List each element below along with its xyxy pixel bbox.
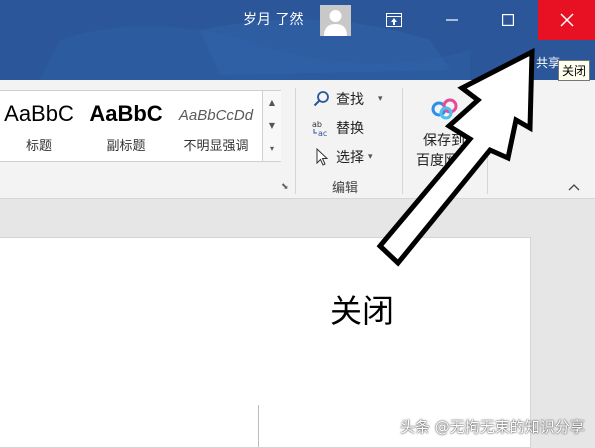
gallery-scrollbar[interactable]: ▲ ▼ ▾ [262, 91, 281, 161]
chevron-down-icon: ▾ [378, 94, 383, 104]
person-icon [324, 10, 347, 36]
workspace-gap [0, 199, 595, 237]
style-subtitle[interactable]: AaBbC 副标题 [84, 91, 168, 161]
minimize-icon [446, 19, 458, 21]
user-name[interactable]: 岁月 了然 [243, 11, 303, 29]
ribbon-display-options-button[interactable] [372, 0, 416, 40]
ribbon: AaBbC 标题 AaBbC 副标题 AaBbCcDd 不明显强调 ▲ ▼ ▾ … [0, 80, 595, 199]
document-workspace: 关闭 [0, 199, 595, 448]
maximize-button[interactable] [486, 0, 530, 40]
style-title[interactable]: AaBbC 标题 [0, 91, 78, 161]
share-button[interactable]: 共享 [536, 54, 560, 71]
title-bar: 岁月 了然 共享 [0, 0, 595, 80]
cursor-icon [312, 148, 332, 166]
styles-gallery: AaBbC 标题 AaBbC 副标题 AaBbCcDd 不明显强调 ▲ ▼ ▾ [0, 90, 281, 162]
group-divider [295, 88, 296, 194]
save-label-line1: 保存到 [423, 133, 465, 149]
style-sample: AaBbC [89, 101, 163, 126]
close-button[interactable] [538, 0, 595, 40]
document-text[interactable]: 关闭 [330, 286, 394, 332]
margin-marker [258, 405, 259, 447]
svg-text:ac: ac [318, 129, 327, 137]
replace-label: 替换 [336, 121, 364, 137]
save-label-line2: 百度网盘 [416, 153, 472, 169]
find-button[interactable]: 查找 ▾ [312, 88, 383, 110]
gallery-more-icon[interactable]: ▾ [263, 137, 281, 160]
editing-group-label: 编辑 [332, 181, 359, 196]
style-name: 标题 [25, 139, 52, 154]
style-name: 不明显强调 [183, 139, 249, 154]
close-tooltip: 关闭 [558, 60, 591, 81]
style-subtle-emphasis[interactable]: AaBbCcDd 不明显强调 [174, 91, 258, 161]
maximize-icon [502, 14, 514, 26]
chevron-up-icon[interactable]: ▲ [263, 91, 281, 114]
baidu-netdisk-icon [431, 98, 458, 120]
style-sample: AaBbCcDd [178, 107, 254, 124]
replace-icon: ab ac [312, 119, 332, 137]
chevron-down-icon: ▾ [368, 152, 373, 162]
minimize-button[interactable] [430, 0, 474, 40]
watermark: 头条 @无拘无束的知识分享 [400, 418, 585, 436]
group-divider [402, 88, 403, 194]
style-name: 副标题 [106, 139, 146, 154]
chevron-down-icon[interactable]: ▼ [263, 114, 281, 137]
ribbon-display-icon [386, 13, 402, 27]
collapse-ribbon-icon[interactable] [568, 180, 580, 194]
replace-button[interactable]: ab ac 替换 [312, 117, 364, 139]
styles-dialog-launcher-icon[interactable]: ⬊ [281, 182, 289, 192]
find-label: 查找 [336, 92, 364, 108]
svg-text:ab: ab [312, 120, 322, 129]
select-label: 选择 [336, 150, 364, 166]
save-group-label: 保存 [428, 181, 455, 196]
select-button[interactable]: 选择 ▾ [312, 146, 373, 168]
close-icon [559, 13, 574, 27]
group-divider [487, 88, 488, 194]
avatar[interactable] [320, 5, 351, 36]
style-sample: AaBbC [4, 101, 74, 126]
search-icon [312, 90, 332, 108]
